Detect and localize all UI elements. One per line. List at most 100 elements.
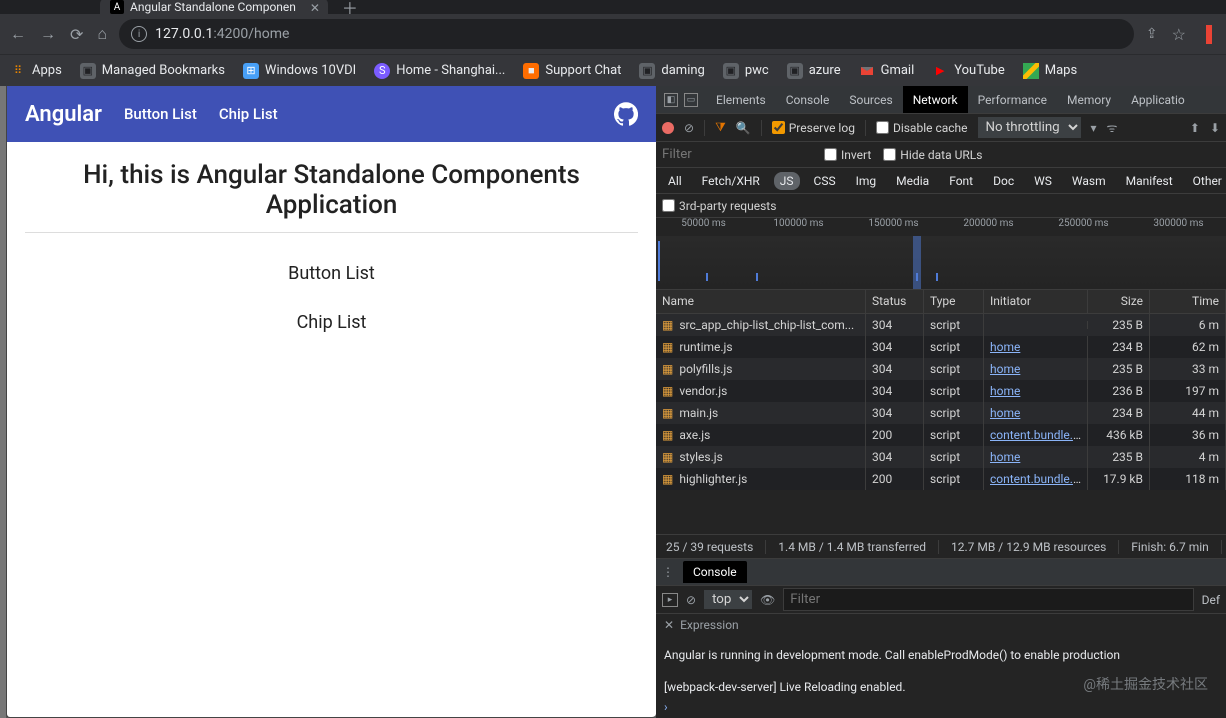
bookmark-managed[interactable]: ▣Managed Bookmarks (80, 63, 225, 79)
angular-favicon: A (110, 0, 124, 14)
windows-icon: ⊞ (243, 63, 259, 79)
back-icon[interactable]: ← (10, 24, 26, 44)
third-party-row: 3rd-party requests (656, 194, 1226, 218)
filter-fetchxhr[interactable]: Fetch/XHR (696, 172, 766, 190)
table-header[interactable]: Name Status Type Initiator Size Time (656, 290, 1226, 314)
console-clear-icon[interactable]: ⊘ (686, 593, 696, 607)
table-row[interactable]: ▦highlighter.js200scriptcontent.bundle..… (656, 468, 1226, 490)
home-icon[interactable]: ⌂ (97, 24, 107, 44)
third-party-checkbox[interactable]: 3rd-party requests (662, 199, 776, 213)
filter-manifest[interactable]: Manifest (1120, 172, 1179, 190)
app-title: Angular (25, 102, 102, 127)
export-icon[interactable]: ⬇ (1210, 121, 1220, 135)
site-info-icon[interactable]: i (131, 26, 147, 42)
filter-js[interactable]: JS (774, 172, 800, 190)
reload-icon[interactable]: ⟳ (70, 25, 83, 44)
throttling-select[interactable]: No throttling (978, 117, 1081, 138)
device-toggle-icon[interactable]: ▭ (684, 93, 698, 107)
table-row[interactable]: ▦main.js304scripthome234 B44 m (656, 402, 1226, 424)
table-row[interactable]: ▦src_app_chip-list_chip-list_com...304sc… (656, 314, 1226, 336)
live-expression-icon[interactable]: 👁 (760, 593, 775, 607)
network-conditions-icon[interactable]: ᯤ (1107, 119, 1118, 136)
list-item[interactable]: Chip List (25, 312, 638, 333)
console-context-select[interactable]: top (704, 590, 752, 609)
filter-all[interactable]: All (662, 172, 688, 190)
tab-elements[interactable]: Elements (706, 86, 776, 113)
hide-data-urls-checkbox[interactable]: Hide data URLs (883, 148, 982, 162)
disable-cache-checkbox[interactable]: Disable cache (876, 121, 968, 135)
console-tab[interactable]: Console (683, 561, 747, 583)
filter-font[interactable]: Font (943, 172, 979, 190)
console-sidebar-icon[interactable]: ▸ (662, 593, 678, 607)
tab-memory[interactable]: Memory (1057, 86, 1121, 113)
github-icon[interactable] (614, 102, 638, 126)
folder-icon: ▣ (723, 63, 739, 79)
table-row[interactable]: ▦vendor.js304scripthome236 B197 m (656, 380, 1226, 402)
nav-chip-list[interactable]: Chip List (219, 105, 278, 123)
console-drawer-header: ⋮ Console (656, 558, 1226, 586)
tab-console[interactable]: Console (776, 86, 840, 113)
tab-title: Angular Standalone Componen (130, 0, 296, 14)
filter-icon[interactable]: ⧩ (715, 120, 726, 135)
console-filter-input[interactable] (783, 588, 1193, 611)
bookmark-support[interactable]: ■Support Chat (523, 63, 621, 79)
bookmark-azure[interactable]: ▣azure (787, 63, 841, 79)
table-row[interactable]: ▦axe.js200scriptcontent.bundle....436 kB… (656, 424, 1226, 446)
bookmark-apps[interactable]: ⠿Apps (10, 63, 62, 79)
filter-img[interactable]: Img (850, 172, 883, 190)
table-row[interactable]: ▦polyfills.js304scripthome235 B33 m (656, 358, 1226, 380)
browser-toolbar: ← → ⟳ ⌂ i 127.0.0.1:4200/home ⇪ ☆ (0, 14, 1226, 54)
type-filter-row: All Fetch/XHR JS CSS Img Media Font Doc … (656, 168, 1226, 194)
record-icon[interactable] (662, 122, 674, 134)
tab-sources[interactable]: Sources (839, 86, 902, 113)
forward-icon[interactable]: → (40, 24, 56, 44)
console-prompt[interactable]: › (664, 700, 1218, 714)
filter-doc[interactable]: Doc (987, 172, 1020, 190)
bookmark-maps[interactable]: Maps (1023, 63, 1077, 79)
import-icon[interactable]: ⬆ (1190, 121, 1200, 135)
bookmark-gmail[interactable]: Gmail (859, 63, 915, 79)
remove-expression-icon[interactable]: ✕ (664, 618, 674, 632)
tab-application[interactable]: Applicatio (1121, 86, 1195, 113)
bookmark-youtube[interactable]: ▶YouTube (932, 63, 1005, 79)
folder-icon: ▣ (80, 63, 96, 79)
preserve-log-checkbox[interactable]: Preserve log (772, 121, 855, 135)
watermark: @稀土掘金技术社区 (1083, 674, 1208, 694)
close-tab-icon[interactable]: ✕ (310, 1, 320, 15)
tab-performance[interactable]: Performance (968, 86, 1057, 113)
network-filter-input[interactable] (662, 147, 812, 162)
folder-icon: ▣ (639, 63, 655, 79)
filter-other[interactable]: Other (1187, 172, 1226, 190)
filter-wasm[interactable]: Wasm (1066, 172, 1112, 190)
search-icon[interactable]: 🔍 (736, 121, 751, 135)
maps-icon (1023, 63, 1039, 79)
share-icon[interactable]: ⇪ (1146, 26, 1158, 42)
clear-icon[interactable]: ⊘ (684, 121, 694, 135)
filter-media[interactable]: Media (890, 172, 935, 190)
table-row[interactable]: ▦runtime.js304scripthome234 B62 m (656, 336, 1226, 358)
filter-ws[interactable]: WS (1028, 172, 1058, 190)
filter-css[interactable]: CSS (808, 172, 842, 190)
console-levels[interactable]: Def (1202, 593, 1220, 607)
list-item[interactable]: Button List (25, 263, 638, 284)
tab-network[interactable]: Network (903, 86, 968, 113)
chevron-down-icon[interactable]: ▾ (1091, 121, 1097, 135)
page-heading: Hi, this is Angular Standalone Component… (25, 160, 638, 233)
expression-label: Expression (680, 618, 739, 632)
bookmark-shanghai[interactable]: SHome - Shanghai... (374, 63, 505, 79)
drawer-menu-icon[interactable]: ⋮ (662, 565, 675, 579)
network-overview[interactable]: 50000 ms100000 ms150000 ms200000 ms25000… (656, 218, 1226, 290)
address-bar[interactable]: i 127.0.0.1:4200/home (119, 19, 1134, 49)
url-text: 127.0.0.1:4200/home (155, 26, 289, 42)
bookmark-pwc[interactable]: ▣pwc (723, 63, 769, 79)
nav-button-list[interactable]: Button List (124, 105, 197, 123)
bookmark-star-icon[interactable]: ☆ (1172, 25, 1186, 44)
bookmark-daming[interactable]: ▣daming (639, 63, 704, 79)
table-row[interactable]: ▦styles.js304scripthome235 B4 m (656, 446, 1226, 468)
browser-tab[interactable]: A Angular Standalone Componen ✕ (100, 0, 328, 16)
network-table: Name Status Type Initiator Size Time ▦sr… (656, 290, 1226, 534)
support-icon: ■ (523, 63, 539, 79)
invert-checkbox[interactable]: Invert (824, 148, 871, 162)
bookmark-winvdi[interactable]: ⊞Windows 10VDI (243, 63, 356, 79)
inspect-icon[interactable]: ◧ (664, 93, 678, 107)
